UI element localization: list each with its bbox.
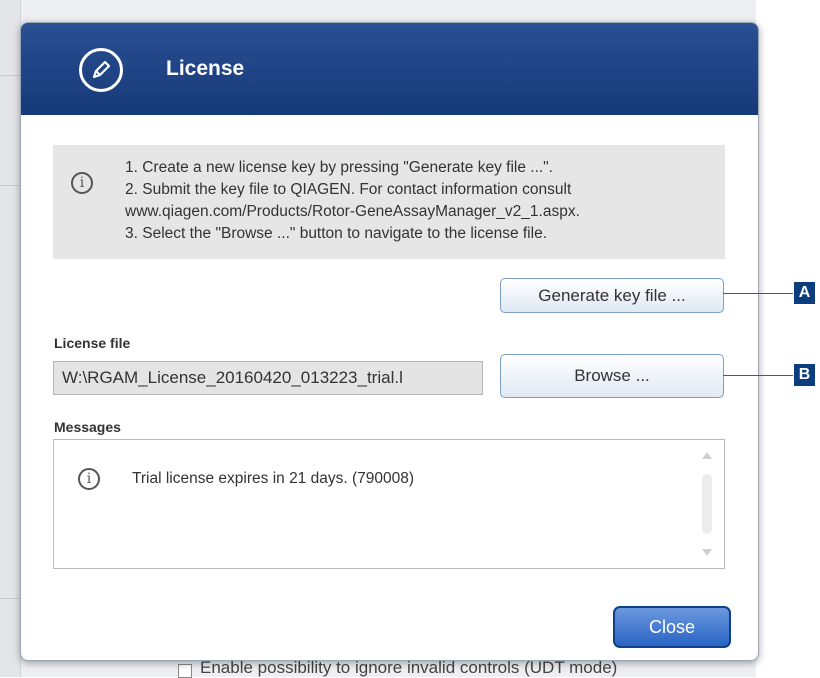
callout-a-badge: A <box>794 282 815 304</box>
dialog-header: License <box>21 23 758 115</box>
info-icon: i <box>78 468 100 490</box>
instruction-line: www.qiagen.com/Products/Rotor-GeneAssayM… <box>125 203 580 220</box>
license-file-label: License file <box>54 335 131 351</box>
message-item: Trial license expires in 21 days. (79000… <box>132 470 415 487</box>
browse-button[interactable]: Browse ... <box>500 354 724 398</box>
instruction-line: 3. Select the "Browse ..." button to nav… <box>125 225 547 242</box>
instruction-line: 1. Create a new license key by pressing … <box>125 159 553 176</box>
generate-key-file-button[interactable]: Generate key file ... <box>500 278 724 313</box>
license-file-field[interactable]: W:\RGAM_License_20160420_013223_trial.l <box>53 361 483 395</box>
close-button[interactable]: Close <box>613 606 731 648</box>
background-sidebar <box>0 0 21 677</box>
callout-a-leader <box>723 293 793 294</box>
background-divider <box>0 185 20 186</box>
instruction-line: 2. Submit the key file to QIAGEN. For co… <box>125 181 572 198</box>
pencil-icon <box>79 48 123 92</box>
scroll-up-arrow-icon[interactable] <box>702 452 712 459</box>
callout-b-badge: B <box>794 364 815 386</box>
background-margin <box>756 0 820 677</box>
background-divider <box>0 75 20 76</box>
dialog-title: License <box>166 57 245 80</box>
messages-list[interactable]: i Trial license expires in 21 days. (790… <box>53 439 725 569</box>
messages-scrollbar[interactable] <box>700 452 714 556</box>
callout-b-leader <box>723 375 793 376</box>
instructions-panel: i 1. Create a new license key by pressin… <box>53 145 725 259</box>
info-icon: i <box>71 172 93 194</box>
license-dialog: License i 1. Create a new license key by… <box>20 22 759 661</box>
scroll-thumb[interactable] <box>702 474 712 534</box>
instructions-text: 1. Create a new license key by pressing … <box>125 157 725 245</box>
background-divider <box>0 598 20 599</box>
messages-label: Messages <box>54 419 121 435</box>
scroll-down-arrow-icon[interactable] <box>702 549 712 556</box>
background-checkbox <box>178 664 192 678</box>
background-option-label: Enable possibility to ignore invalid con… <box>200 659 618 677</box>
